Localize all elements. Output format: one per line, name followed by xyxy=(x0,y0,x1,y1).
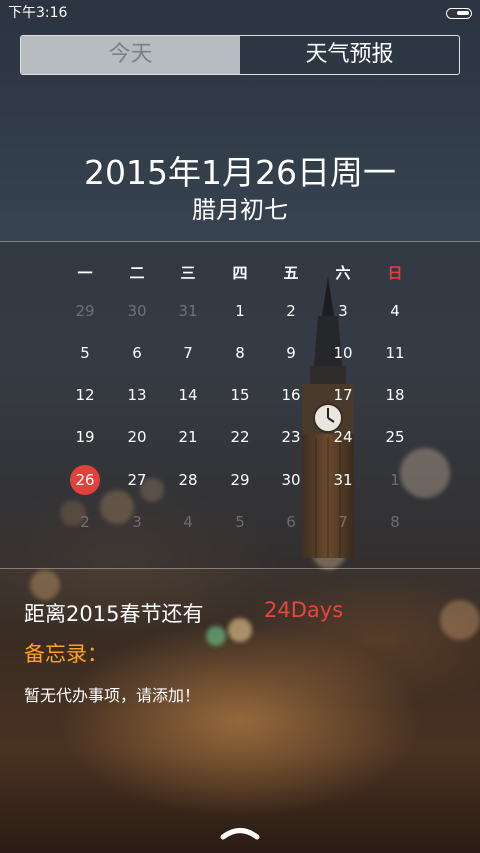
calendar-day[interactable]: 27 xyxy=(119,467,155,493)
calendar-day[interactable]: 28 xyxy=(170,467,206,493)
calendar-day[interactable]: 22 xyxy=(222,424,258,450)
calendar-day[interactable]: 7 xyxy=(170,340,206,366)
calendar-day[interactable]: 10 xyxy=(325,340,361,366)
chevron-up-icon[interactable] xyxy=(220,822,260,840)
calendar-day[interactable]: 14 xyxy=(170,382,206,408)
bokeh-light xyxy=(228,618,252,642)
calendar-day[interactable]: 13 xyxy=(119,382,155,408)
calendar-day[interactable]: 23 xyxy=(273,424,309,450)
calendar-day[interactable]: 30 xyxy=(119,298,155,324)
calendar-day[interactable]: 16 xyxy=(273,382,309,408)
calendar-day[interactable]: 5 xyxy=(222,509,258,535)
weekday-label: 六 xyxy=(335,264,351,282)
weekday-label: 一 xyxy=(77,264,93,282)
weekday-label: 日 xyxy=(387,264,403,282)
calendar-day[interactable]: 6 xyxy=(273,509,309,535)
weekday-label: 五 xyxy=(283,264,299,282)
memo-title: 备忘录： xyxy=(24,642,108,666)
calendar-day[interactable]: 17 xyxy=(325,382,361,408)
calendar-day[interactable]: 3 xyxy=(325,298,361,324)
calendar-day[interactable]: 1 xyxy=(377,467,413,493)
tab-today[interactable]: 今天 xyxy=(21,36,240,74)
calendar-day[interactable]: 6 xyxy=(119,340,155,366)
bokeh-light xyxy=(30,570,60,600)
segmented-tabs: 今天 天气预报 xyxy=(20,35,460,75)
calendar-day[interactable]: 4 xyxy=(377,298,413,324)
memo-placeholder-text[interactable]: 暂无代办事项，请添加！ xyxy=(24,682,200,706)
solar-date: 2015年1月26日周一 xyxy=(84,153,396,192)
status-bar: 下午3:16 xyxy=(0,0,480,26)
calendar-day[interactable]: 29 xyxy=(67,298,103,324)
calendar-day[interactable]: 7 xyxy=(325,509,361,535)
weekday-label: 三 xyxy=(180,264,196,282)
calendar-day[interactable]: 20 xyxy=(119,424,155,450)
calendar-day[interactable]: 29 xyxy=(222,467,258,493)
festival-countdown: 距离2015春节还有 24Days xyxy=(24,598,343,628)
calendar-day[interactable]: 8 xyxy=(377,509,413,535)
calendar-day[interactable]: 3 xyxy=(119,509,155,535)
weekday-label: 四 xyxy=(232,264,248,282)
status-time: 下午3:16 xyxy=(8,5,68,21)
calendar-day[interactable]: 21 xyxy=(170,424,206,450)
calendar-day[interactable]: 31 xyxy=(170,298,206,324)
calendar-day[interactable]: 9 xyxy=(273,340,309,366)
bokeh-light xyxy=(206,626,226,646)
calendar-day[interactable]: 31 xyxy=(325,467,361,493)
calendar-day[interactable]: 4 xyxy=(170,509,206,535)
calendar-day[interactable]: 24 xyxy=(325,424,361,450)
weekday-label: 二 xyxy=(129,264,145,282)
countdown-days: 24Days xyxy=(264,598,344,622)
calendar-day[interactable]: 18 xyxy=(377,382,413,408)
tab-weather-forecast[interactable]: 天气预报 xyxy=(240,36,459,74)
calendar-day[interactable]: 5 xyxy=(67,340,103,366)
battery-icon xyxy=(446,8,472,19)
calendar-day[interactable]: 11 xyxy=(377,340,413,366)
divider xyxy=(0,568,480,569)
calendar-day[interactable]: 19 xyxy=(67,424,103,450)
calendar-day[interactable]: 15 xyxy=(222,382,258,408)
calendar-day[interactable]: 2 xyxy=(273,298,309,324)
countdown-label: 距离2015春节还有 xyxy=(24,602,204,626)
calendar-day[interactable]: 25 xyxy=(377,424,413,450)
lunar-date: 腊月初七 xyxy=(192,196,288,224)
calendar-day-selected[interactable]: 26 xyxy=(70,465,100,495)
calendar-day[interactable]: 2 xyxy=(67,509,103,535)
calendar-day[interactable]: 1 xyxy=(222,298,258,324)
calendar-day[interactable]: 8 xyxy=(222,340,258,366)
calendar-day[interactable]: 30 xyxy=(273,467,309,493)
calendar-day[interactable]: 12 xyxy=(67,382,103,408)
bokeh-light xyxy=(440,600,480,640)
